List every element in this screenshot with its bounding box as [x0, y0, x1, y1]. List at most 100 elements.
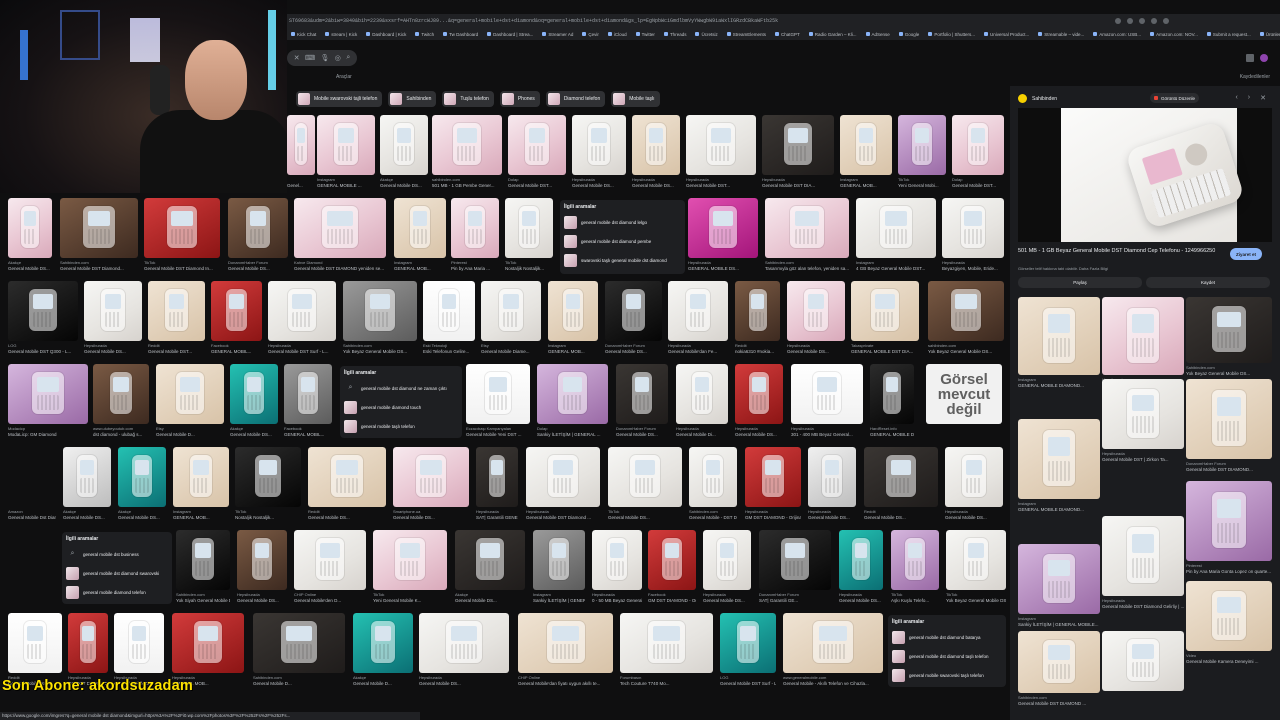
- image-result[interactable]: Forumbasın Tech Couture T740 Mo...: [620, 613, 713, 689]
- result-source[interactable]: Hepsiburada: [676, 426, 728, 431]
- result-title[interactable]: nokia6310 #nokia...: [735, 349, 780, 354]
- result-title[interactable]: GENERAL MOBILE ...: [317, 183, 375, 188]
- result-title[interactable]: Beyazgiyen, Mobile, Eride...: [942, 266, 1004, 271]
- result-source[interactable]: Hepsiburada: [945, 509, 1003, 514]
- image-result[interactable]: Hepsiburada GENERAL MOBILE DS...: [688, 198, 758, 274]
- filter-chip[interactable]: Mobile swarovski tajli telefon: [296, 91, 383, 107]
- image-result[interactable]: Pinterest Pin by Ana Maria ...: [451, 198, 499, 274]
- result-title[interactable]: General Mobile Yeni DST ...: [466, 432, 530, 437]
- image-result[interactable]: Instagram GENERAL MOB...: [548, 281, 598, 357]
- result-source[interactable]: Hepsiburada: [787, 343, 845, 348]
- result-source[interactable]: Hepsiburada: [84, 343, 142, 348]
- result-source[interactable]: sahibinden.com: [928, 343, 1004, 348]
- image-result[interactable]: Takasprivate GENERAL MOBILE DST DIA...: [851, 281, 919, 357]
- result-title[interactable]: General Mobile DS...: [237, 598, 287, 603]
- result-thumbnail[interactable]: [394, 198, 446, 258]
- related-search-item[interactable]: general mobile dst diamond taşlı telefon: [892, 648, 1002, 664]
- image-result[interactable]: Kahve Diamond General Mobile DST DIAMOND …: [294, 198, 386, 274]
- result-thumbnail[interactable]: [537, 364, 608, 424]
- result-source[interactable]: Facebook: [648, 592, 696, 597]
- result-title[interactable]: General Mobile DS...: [308, 515, 386, 520]
- result-thumbnail[interactable]: [294, 530, 366, 590]
- image-result[interactable]: Hepsiburada General Mobile DST Diamond ..…: [526, 447, 600, 523]
- extension-icon[interactable]: [1151, 18, 1157, 24]
- result-source[interactable]: Reddit: [735, 343, 780, 348]
- result-thumbnail[interactable]: [689, 447, 737, 507]
- result-source[interactable]: TikTok: [608, 509, 682, 514]
- result-source[interactable]: Dolap: [508, 177, 566, 182]
- result-title[interactable]: General Mobile DS...: [735, 432, 783, 437]
- result-title[interactable]: General Mobile DST Diamond...: [60, 266, 138, 271]
- bookmark-item[interactable]: Streamable – vide...: [1038, 32, 1084, 37]
- bookmark-item[interactable]: Threads: [664, 32, 687, 37]
- result-title[interactable]: 301 - 400 MB Beyaz General...: [791, 432, 863, 437]
- result-source[interactable]: www.generalmobile.com: [783, 675, 883, 680]
- image-result[interactable]: Instagram 4 GB Beyaz General Mobile DST..…: [856, 198, 936, 274]
- result-source[interactable]: Hepsiburada: [791, 426, 863, 431]
- similar-thumbnail[interactable]: [1186, 481, 1272, 561]
- image-result[interactable]: Reddit General Mobile DS...: [308, 447, 386, 523]
- result-source[interactable]: Eski Teknoloji: [423, 343, 475, 348]
- result-title[interactable]: GENERAL MOB...: [840, 183, 892, 188]
- image-result[interactable]: Akakçe General Mobile DS...: [455, 530, 525, 606]
- result-title[interactable]: General Mobile DS...: [455, 598, 525, 603]
- result-title[interactable]: General Mobile DS...: [864, 515, 938, 520]
- result-thumbnail[interactable]: [173, 447, 229, 507]
- image-result[interactable]: Sahibinden.com General Mobile DST Diamond…: [60, 198, 138, 274]
- result-thumbnail[interactable]: [891, 530, 939, 590]
- result-title[interactable]: General Mobile - DST Diamond ...: [689, 515, 737, 520]
- result-thumbnail[interactable]: [632, 115, 680, 175]
- result-title[interactable]: General Mobile D...: [253, 681, 345, 686]
- result-thumbnail[interactable]: [791, 364, 863, 424]
- similar-thumbnail[interactable]: [1018, 631, 1100, 693]
- bookmark-item[interactable]: StreamElements: [727, 32, 766, 37]
- result-source[interactable]: CHIP Online: [518, 675, 613, 680]
- result-source[interactable]: TikTok: [505, 260, 553, 265]
- related-search-item[interactable]: general mobile dst diamond batarya: [892, 629, 1002, 645]
- result-thumbnail[interactable]: [63, 447, 111, 507]
- bookmark-item[interactable]: Streamer Ad: [542, 32, 573, 37]
- profile-icon[interactable]: [1163, 18, 1169, 24]
- similar-image[interactable]: HepsiburadaGeneral Mobile DST Diamond Li…: [1102, 297, 1184, 391]
- result-title[interactable]: General Mobile DS...: [419, 681, 509, 686]
- result-title[interactable]: GENERAL MOBILE DST DIA...: [851, 349, 919, 354]
- bookmark-item[interactable]: stream | Kick: [325, 32, 357, 37]
- related-search-item[interactable]: general mobile dst diamond pembe: [564, 233, 681, 249]
- image-result[interactable]: Hepsiburada General Mobile Di...: [676, 364, 728, 440]
- image-result[interactable]: www.ulubeyoutub.com dst diamond - ulubağ …: [93, 364, 149, 440]
- save-button[interactable]: Kaydet: [1146, 277, 1270, 288]
- result-thumbnail[interactable]: [455, 530, 525, 590]
- image-result[interactable]: Hepsiburada General Mobile DS...: [839, 530, 883, 606]
- bookmark-item[interactable]: Ürünler: [1260, 32, 1280, 37]
- result-title[interactable]: General Mobile DS...: [380, 183, 428, 188]
- result-thumbnail[interactable]: [237, 530, 287, 590]
- search-icon[interactable]: ⌕: [346, 54, 350, 62]
- similar-image[interactable]: Instagram Sankiy İLETİŞİM | GENERAL MOBIL…: [1018, 544, 1100, 630]
- result-thumbnail[interactable]: [8, 364, 88, 424]
- image-result[interactable]: Eczacıbaşı Kampanyaları General Mobile Ye…: [466, 364, 530, 440]
- result-source[interactable]: Amazon: [8, 509, 56, 514]
- result-thumbnail[interactable]: [762, 115, 834, 175]
- image-result[interactable]: TikTok Yeni General Mobi...: [898, 115, 946, 191]
- address-bar[interactable]: ST69683&udm=2&biw=3840&bih=2239&sxsrf=AH…: [287, 14, 1280, 28]
- image-result[interactable]: Facebook GENERAL MOBIL...: [211, 281, 262, 357]
- result-title[interactable]: 4 GB Beyaz General Mobile DST...: [856, 266, 936, 271]
- result-thumbnail[interactable]: [114, 613, 164, 673]
- result-source[interactable]: Kahve Diamond: [294, 260, 386, 265]
- related-search-item[interactable]: general mobile taşlı telefon: [344, 418, 458, 434]
- filter-chip[interactable]: Tuşlu telefon: [442, 91, 494, 107]
- result-title[interactable]: Yeni General Mobi...: [898, 183, 946, 188]
- result-source[interactable]: Hepsiburada: [942, 260, 1004, 265]
- result-title[interactable]: General Mobile DS...: [228, 266, 288, 271]
- image-result[interactable]: Etsy General Mobile Diame...: [481, 281, 541, 357]
- image-result[interactable]: Dolap General Mobile DST...: [952, 115, 1004, 191]
- result-source[interactable]: Akakçe: [353, 675, 413, 680]
- result-thumbnail[interactable]: [432, 115, 502, 175]
- result-thumbnail[interactable]: [942, 198, 1004, 258]
- result-source[interactable]: TikTok: [144, 260, 220, 265]
- result-thumbnail[interactable]: [393, 447, 469, 507]
- image-result[interactable]: LOGGeneral Mobile DST Surf - LOG: [720, 613, 776, 689]
- result-title[interactable]: General Mobile DS...: [84, 349, 142, 354]
- account-avatar[interactable]: [1260, 54, 1268, 62]
- result-thumbnail[interactable]: [211, 281, 262, 341]
